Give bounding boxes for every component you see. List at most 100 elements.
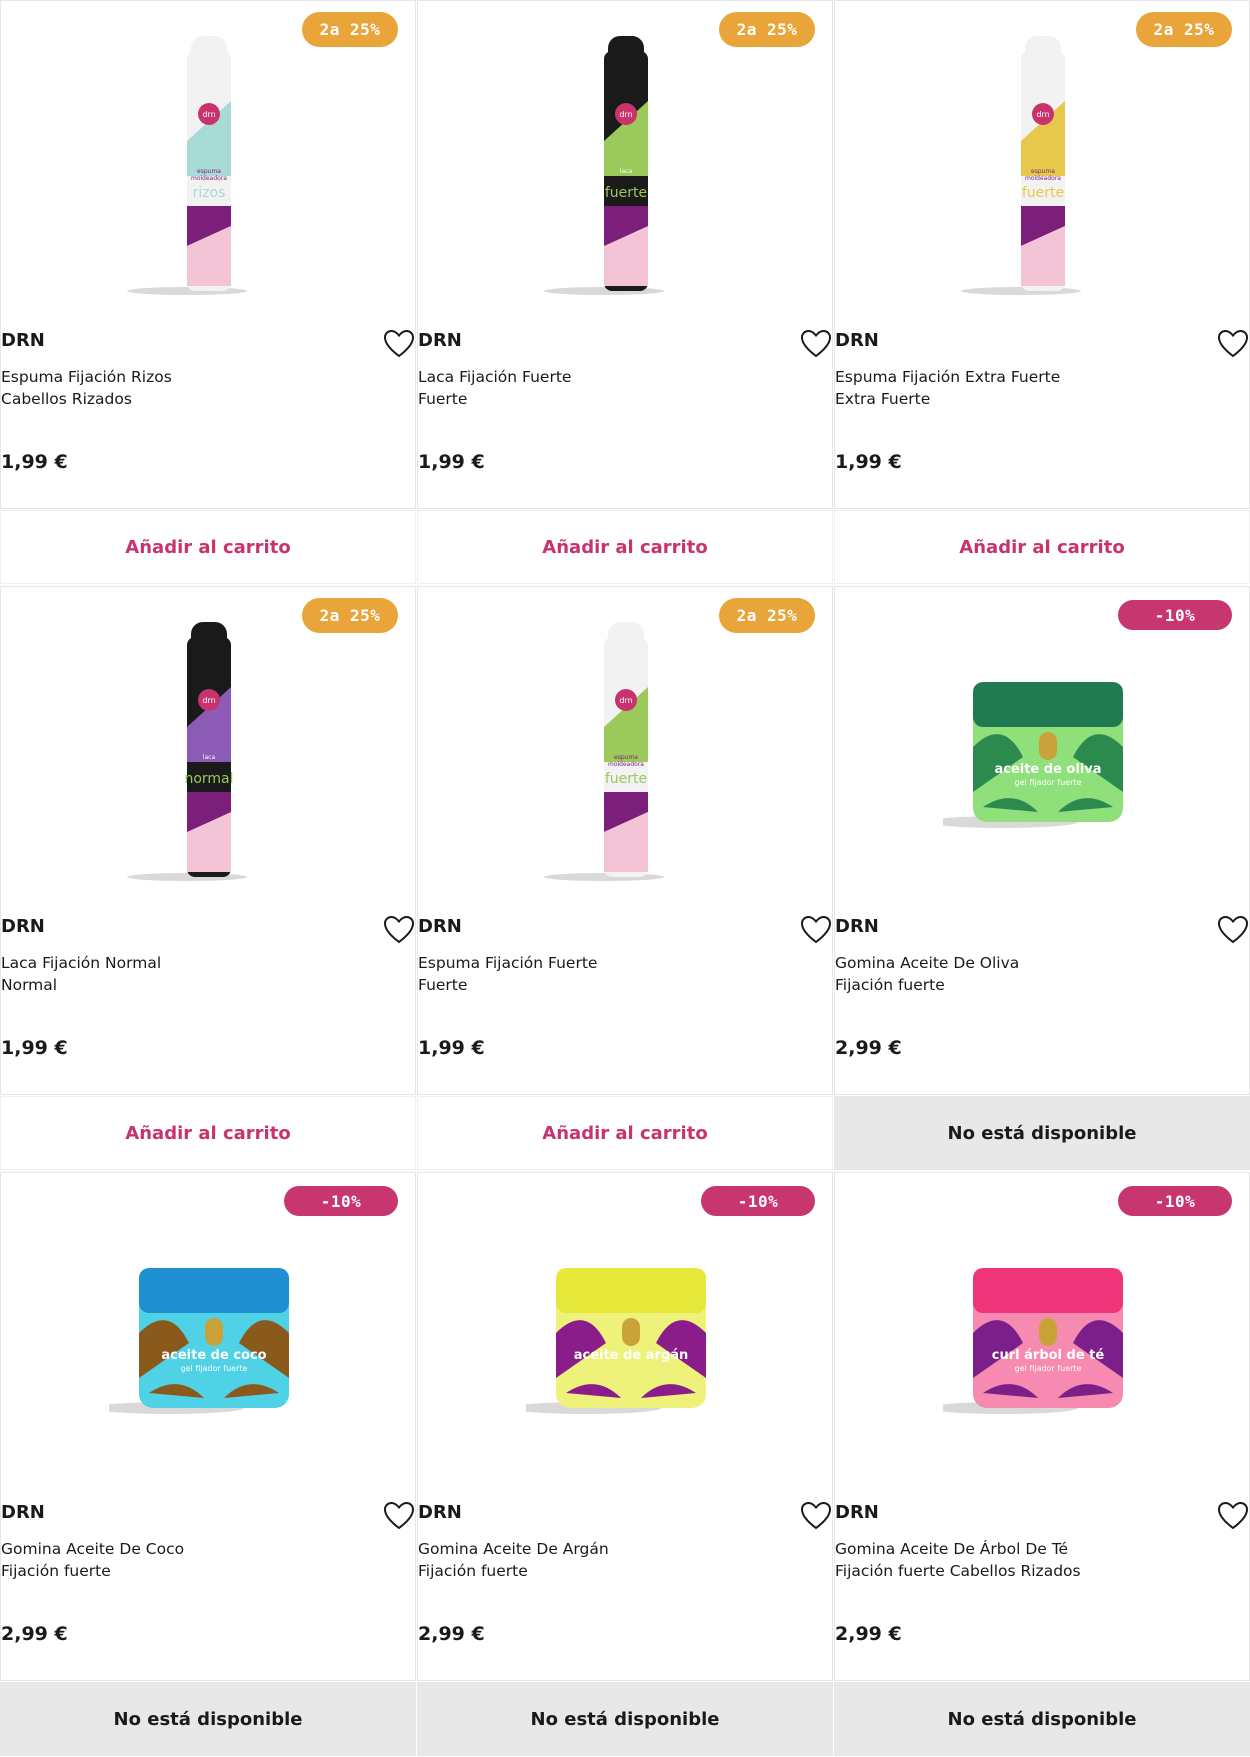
product-name-line-1: Espuma Fijación Rizos [1,368,172,386]
product-label-main: fuerte [605,771,647,787]
product-name[interactable]: Laca Fijación Fuerte Fuerte [418,366,778,410]
product-label-main: aceite de oliva [994,762,1101,777]
product-brand: DRN [835,330,879,351]
product-name-line-1: Espuma Fijación Fuerte [418,954,598,972]
product-brand: DRN [418,1502,462,1523]
product-name-line-2: Fuerte [418,976,468,994]
gel-jar-image: aceite de argán [526,1268,706,1414]
product-name[interactable]: Espuma Fijación Fuerte Fuerte [418,952,778,996]
add-to-cart-button[interactable]: Añadir al carrito [0,510,416,584]
product-card[interactable]: 2a 25% drn espuma moldeadora fuerte DRN Espuma… [417,586,833,1095]
spray-can-image: drn laca fuerte [544,36,664,295]
product-grid: 2a 25% drn espuma moldeadora rizos DRN Espuma … [0,0,1250,1757]
product-label-main: aceite de coco [161,1348,266,1363]
add-to-cart-button[interactable]: Añadir al carrito [417,1096,833,1170]
product-price: 1,99 € [835,451,902,473]
discount-badge: 2a 25% [1136,12,1232,47]
product-name[interactable]: Gomina Aceite De Árbol De Té Fijación fue… [835,1538,1195,1582]
product-brand: DRN [835,916,879,937]
product-card[interactable]: -10% aceite de argán DRN Gomina Aceite De A… [417,1172,833,1681]
product-card[interactable]: 2a 25% drn laca normal DRN Laca Fijación Norm… [0,586,416,1095]
heart-outline-icon[interactable] [1217,915,1249,945]
brand-logo-text: drn [619,110,632,119]
brand-logo-text: drn [619,696,632,705]
product-label-main: curl árbol de té [992,1348,1105,1363]
product-price: 2,99 € [1,1623,68,1645]
product-label-main: aceite de argán [574,1348,688,1363]
product-card[interactable]: 2a 25% drn espuma moldeadora rizos DRN Espuma … [0,0,416,509]
product-price: 2,99 € [835,1623,902,1645]
spray-can-image: drn espumamoldeadora fuerte [961,36,1081,295]
product-name-line-2: Fijación fuerte [835,976,945,994]
product-label-main: normal [184,771,233,787]
product-image[interactable]: aceite de argán [526,1193,726,1478]
heart-outline-icon[interactable] [800,1501,832,1531]
product-card[interactable]: 2a 25% drn espuma moldeadora fuerte DRN Espuma… [834,0,1250,509]
heart-outline-icon[interactable] [1217,329,1249,359]
unavailable-label: No está disponible [0,1682,416,1756]
spray-can-image: drn espumamoldeadora fuerte [544,622,664,881]
product-image[interactable]: curl árbol de tégel fijador fuerte [943,1193,1143,1478]
product-label-line-2: moldeadora [608,761,644,768]
product-name-line-1: Gomina Aceite De Coco [1,1540,185,1558]
product-name-line-2: Fuerte [418,390,468,408]
product-image[interactable]: drn espumamoldeadora rizos [109,21,309,306]
product-brand: DRN [835,1502,879,1523]
product-card[interactable]: -10% aceite de coco gel fijador fuerte DRN G… [0,1172,416,1681]
product-image[interactable]: drn espumamoldeadora fuerte [943,21,1143,306]
product-name-line-1: Gomina Aceite De Oliva [835,954,1020,972]
product-name[interactable]: Espuma Fijación Extra Fuerte Extra Fuerte [835,366,1195,410]
product-label-line-1: espuma [197,168,221,175]
heart-outline-icon[interactable] [800,329,832,359]
add-to-cart-button[interactable]: Añadir al carrito [0,1096,416,1170]
product-name[interactable]: Laca Fijación Normal Normal [1,952,361,996]
heart-outline-icon[interactable] [383,915,415,945]
heart-outline-icon[interactable] [1217,1501,1249,1531]
product-image[interactable]: aceite de olivagel fijador fuerte [943,607,1143,892]
product-brand: DRN [1,916,45,937]
product-image[interactable]: drn laca fuerte [526,21,726,306]
product-label-line-1: laca [620,168,633,175]
gel-jar-image: curl árbol de tégel fijador fuerte [943,1268,1123,1414]
product-label-line-1: laca [203,754,216,761]
product-card[interactable]: 2a 25% drn laca fuerte DRN Laca Fijación Fuer… [417,0,833,509]
product-image[interactable]: aceite de cocogel fijador fuerte [109,1193,309,1478]
brand-logo-text: drn [1036,110,1049,119]
product-name-line-1: Gomina Aceite De Árbol De Té [835,1540,1069,1558]
product-label-line-2: moldeadora [191,175,227,182]
product-label-sub: gel fijador fuerte [181,1364,248,1373]
discount-badge: 2a 25% [719,598,815,633]
heart-outline-icon[interactable] [800,915,832,945]
product-brand: DRN [418,330,462,351]
brand-logo-text: drn [202,696,215,705]
product-card[interactable]: -10% curl árbol de té gel fijador fuerte DR… [834,1172,1250,1681]
product-image[interactable]: drn espumamoldeadora fuerte [526,607,726,892]
product-label-line-1: espuma [614,754,638,761]
add-to-cart-button[interactable]: Añadir al carrito [834,510,1250,584]
product-label-sub: gel fijador fuerte [1015,778,1082,787]
unavailable-label: No está disponible [417,1682,833,1756]
product-card[interactable]: -10% aceite de oliva gel fijador fuerte DRN… [834,586,1250,1095]
product-brand: DRN [1,330,45,351]
product-name[interactable]: Gomina Aceite De Argán Fijación fuerte [418,1538,778,1582]
product-name-line-2: Fijación fuerte [1,1562,111,1580]
unavailable-label: No está disponible [834,1682,1250,1756]
add-to-cart-button[interactable]: Añadir al carrito [417,510,833,584]
product-name-line-1: Gomina Aceite De Argán [418,1540,609,1558]
brand-logo-text: drn [202,110,215,119]
product-image[interactable]: drn laca normal [109,607,309,892]
product-name[interactable]: Gomina Aceite De Coco Fijación fuerte [1,1538,361,1582]
product-label-sub: gel fijador fuerte [1015,1364,1082,1373]
product-name-line-2: Cabellos Rizados [1,390,132,408]
product-name[interactable]: Gomina Aceite De Oliva Fijación fuerte [835,952,1195,996]
product-name[interactable]: Espuma Fijación Rizos Cabellos Rizados [1,366,361,410]
heart-outline-icon[interactable] [383,329,415,359]
unavailable-label: No está disponible [834,1096,1250,1170]
gel-jar-image: aceite de olivagel fijador fuerte [943,682,1123,828]
product-name-line-1: Espuma Fijación Extra Fuerte [835,368,1061,386]
heart-outline-icon[interactable] [383,1501,415,1531]
gel-jar-image: aceite de cocogel fijador fuerte [109,1268,289,1414]
product-price: 2,99 € [835,1037,902,1059]
product-label-main: fuerte [1022,185,1064,201]
product-brand: DRN [1,1502,45,1523]
